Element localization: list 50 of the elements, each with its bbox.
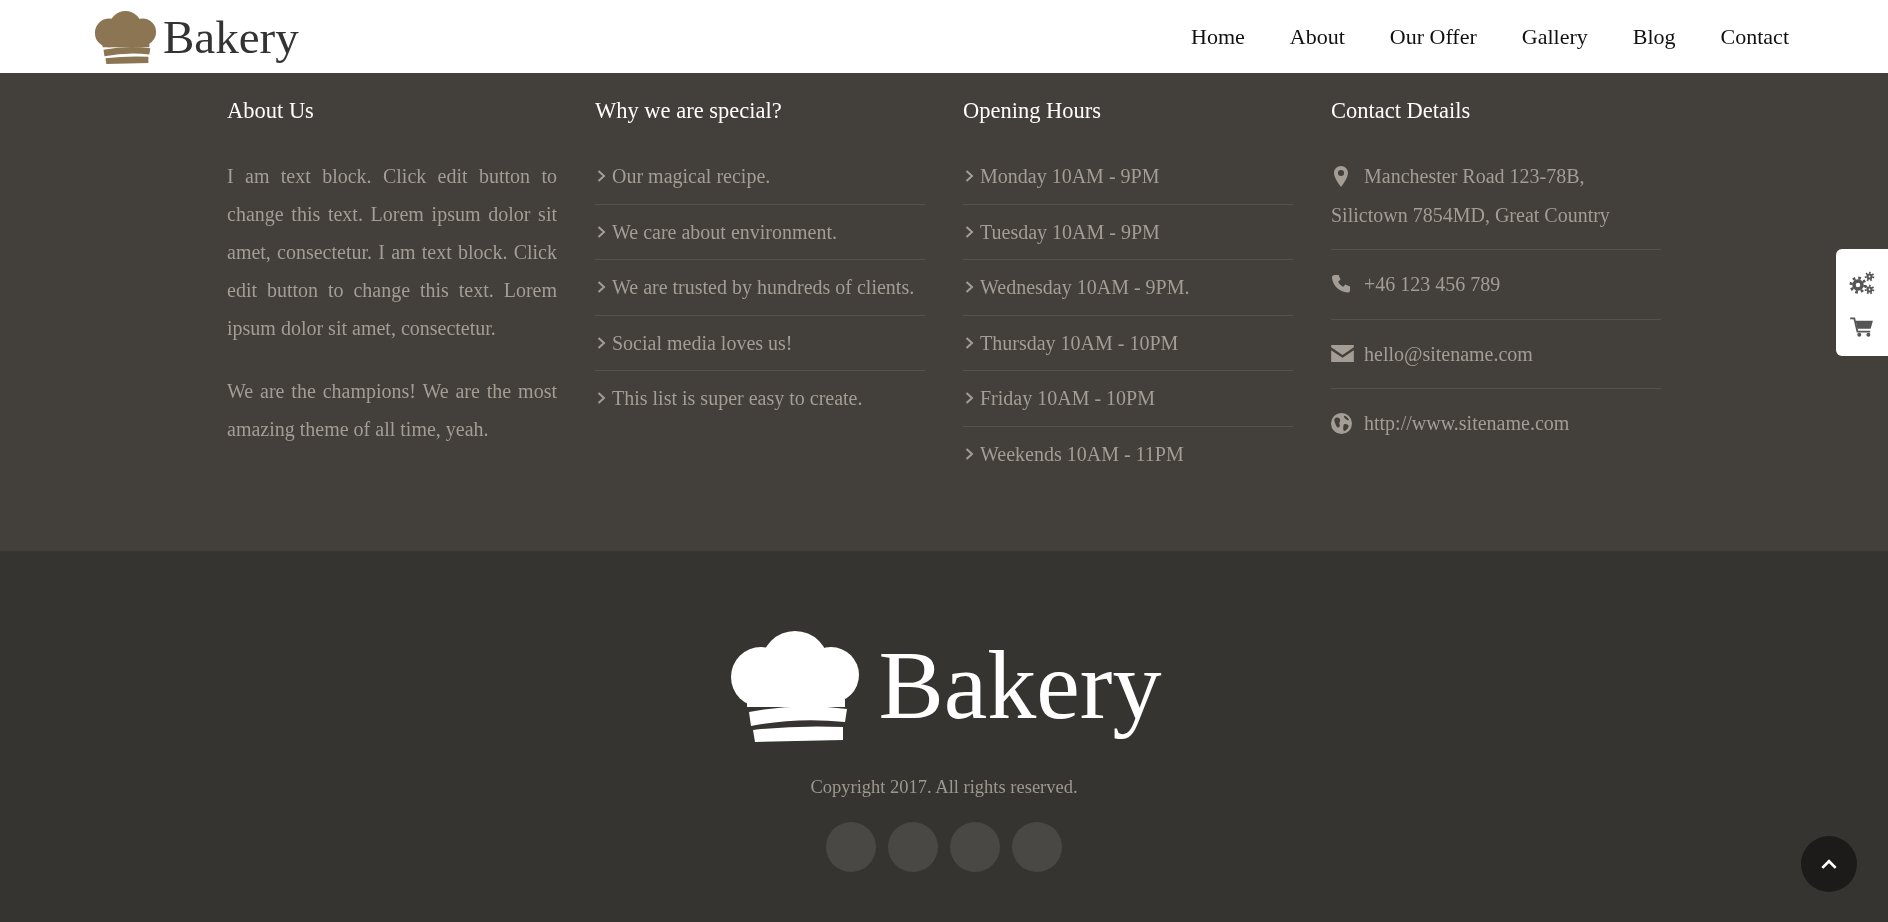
nav-link[interactable]: Contact <box>1720 22 1789 51</box>
contact-text: Manchester Road 123-78B, <box>1364 164 1585 189</box>
list-item-text: Social media loves us! <box>612 330 793 356</box>
list-item-text: Friday 10AM - 10PM <box>980 386 1155 412</box>
list-item-text: Weekends 10AM - 11PM <box>980 441 1184 467</box>
column-heading: Contact Details <box>1331 98 1472 124</box>
chevron-right-icon <box>597 336 606 349</box>
column-heading: Opening Hours <box>963 98 1103 124</box>
list-item-text: Our magical recipe. <box>612 164 771 190</box>
map-pin-icon <box>1334 165 1348 187</box>
contact-text[interactable]: http://www.sitename.com <box>1364 404 1570 443</box>
chevron-right-icon <box>597 392 606 405</box>
nav-link[interactable]: Blog <box>1632 22 1676 51</box>
chevron-up-icon <box>1821 859 1837 869</box>
copyright-text: Copyright 2017. All rights reserved. <box>810 776 1078 799</box>
column-heading: About Us <box>227 98 315 124</box>
gears-icon <box>1849 271 1875 295</box>
chevron-right-icon <box>597 281 606 294</box>
nav-link[interactable]: Gallery <box>1521 22 1588 51</box>
chevron-right-icon <box>597 225 606 238</box>
chef-hat-icon[interactable] <box>93 9 157 64</box>
list-item-text: We are trusted by hundreds of clients. <box>612 275 915 301</box>
paragraph: I am text block. Click edit button to change this text. Lorem ipsum dolor sit amet, consectetur. I am text block. Click edit button to change this text. Lorem ipsum dolor sit amet, consectetur. <box>227 164 557 342</box>
envelope-icon <box>1331 345 1354 363</box>
chevron-right-icon <box>965 281 974 294</box>
list-item-text: Thursday 10AM - 10PM <box>980 330 1179 357</box>
chevron-right-icon <box>965 392 974 405</box>
phone-icon <box>1331 274 1351 295</box>
logo-text[interactable]: Bakery <box>163 9 299 64</box>
chevron-right-icon <box>965 170 974 183</box>
list-item-text: This list is super easy to create. <box>612 386 863 412</box>
paragraph: We are the champions! We are the most amazing theme of all time, yeah. <box>227 379 557 443</box>
list-item-text: We care about environment. <box>612 219 837 245</box>
chevron-right-icon <box>965 336 974 349</box>
column-heading: Why we are special? <box>595 98 783 124</box>
contact-text[interactable]: hello@sitename.com <box>1364 334 1533 373</box>
chevron-right-icon <box>597 170 606 183</box>
list-item-text: Tuesday 10AM - 9PM <box>980 219 1160 246</box>
logo-text: Bakery <box>878 630 1162 741</box>
nav-link[interactable]: About <box>1289 22 1345 51</box>
nav-link[interactable]: Our Offer <box>1389 22 1477 51</box>
globe-icon <box>1331 412 1352 434</box>
cart-icon <box>1850 317 1874 337</box>
list-item-text: Monday 10AM - 9PM <box>980 164 1160 190</box>
chevron-right-icon <box>965 447 974 460</box>
contact-text: Silictown 7854MD, Great Country <box>1331 202 1610 229</box>
contact-text: +46 123 456 789 <box>1364 272 1501 297</box>
list-item-text: Wednesday 10AM - 9PM. <box>980 275 1190 301</box>
chevron-right-icon <box>965 225 974 238</box>
nav-link[interactable]: Home <box>1191 22 1245 51</box>
